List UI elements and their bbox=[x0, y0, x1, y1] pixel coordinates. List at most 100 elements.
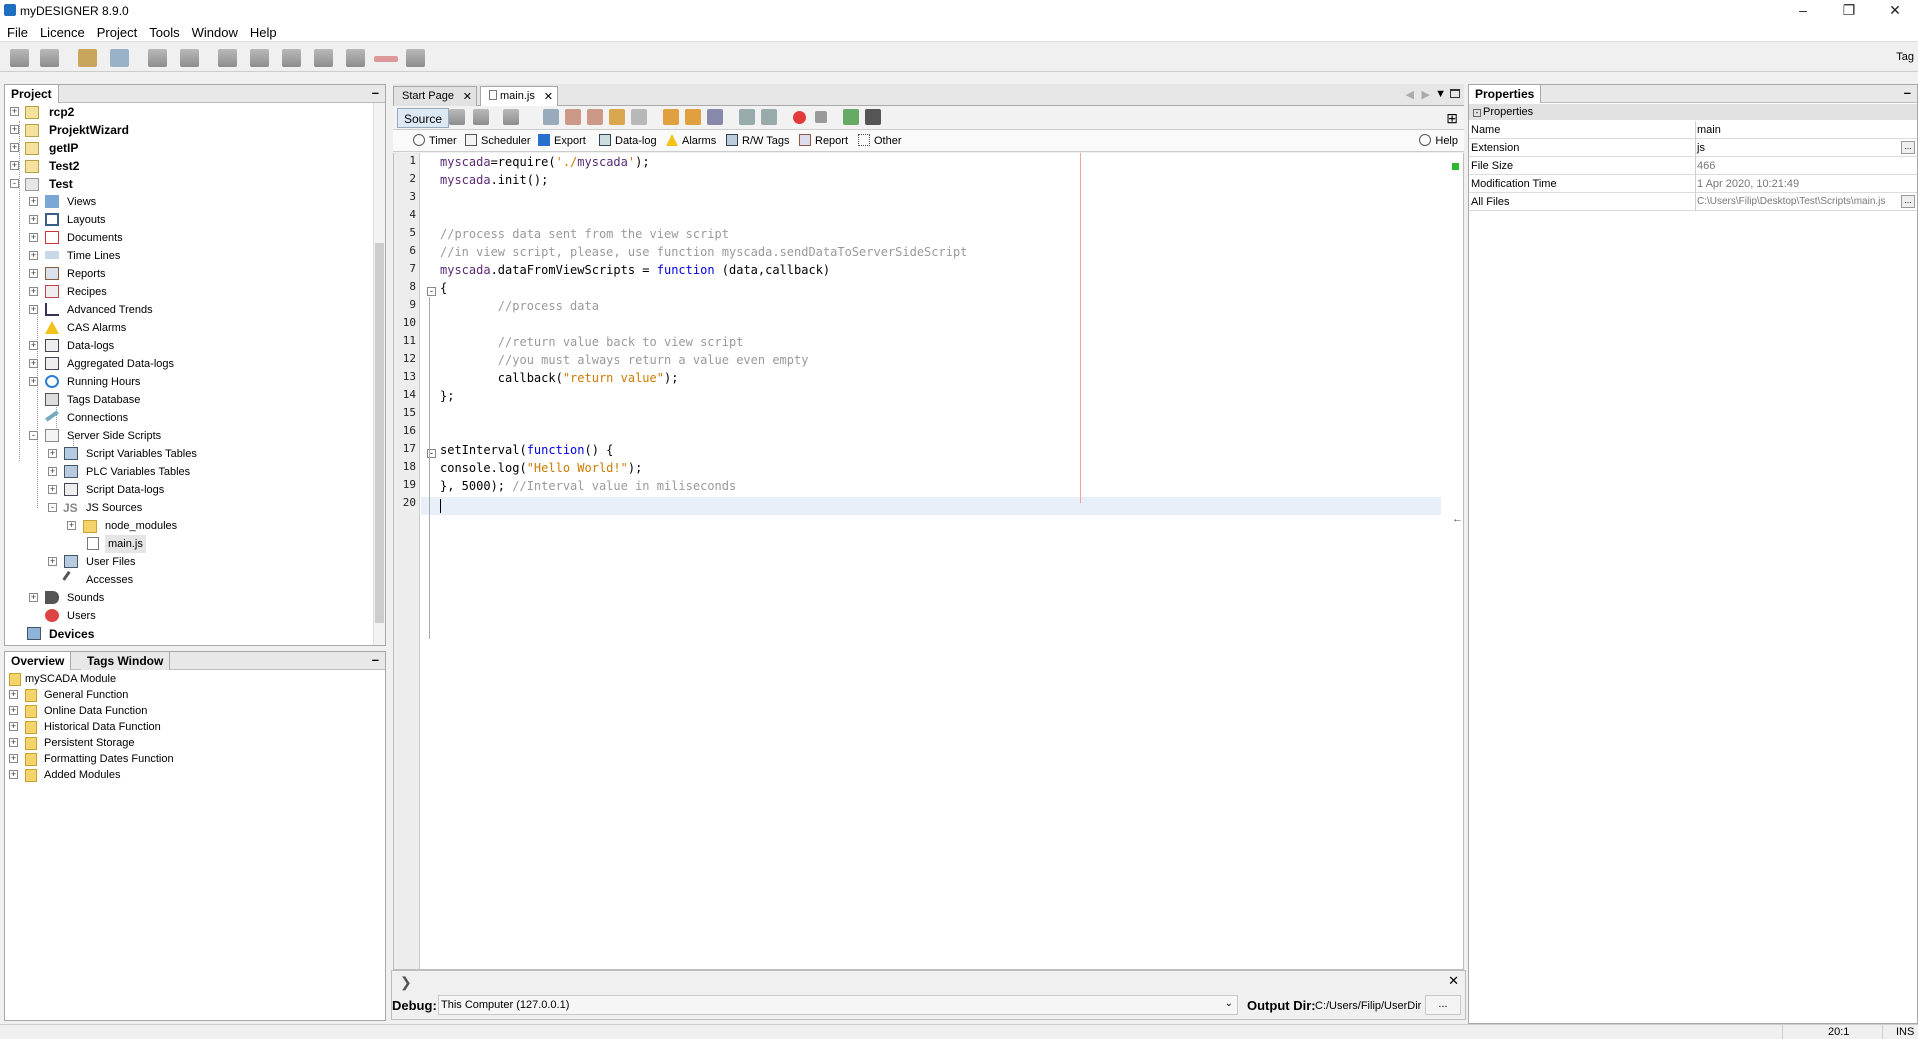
browse-output-button[interactable]: ... bbox=[1425, 995, 1461, 1015]
expand-icon[interactable]: + bbox=[29, 215, 38, 224]
restore-button[interactable]: ❐ bbox=[1826, 0, 1872, 22]
toggle-highlight-icon[interactable] bbox=[609, 109, 625, 125]
scrollbar-thumb[interactable] bbox=[375, 243, 384, 623]
expand-icon[interactable]: + bbox=[29, 377, 38, 386]
menu-window[interactable]: Window bbox=[185, 22, 243, 40]
code-line[interactable]: }, 5000); //Interval value in milisecond… bbox=[440, 478, 736, 494]
save-all-icon[interactable] bbox=[40, 49, 59, 67]
tab-properties[interactable]: Properties bbox=[1469, 85, 1542, 103]
palette-data-log[interactable]: Data-log bbox=[599, 134, 657, 147]
fold-icon[interactable]: - bbox=[427, 287, 436, 296]
menu-licence[interactable]: Licence bbox=[33, 22, 90, 40]
project-scrollbar[interactable] bbox=[373, 103, 385, 645]
code-line[interactable]: setInterval(function() { bbox=[440, 442, 613, 458]
scroll-tabs-right-icon[interactable]: ▶ bbox=[1422, 88, 1430, 101]
code-line[interactable]: //return value back to view script bbox=[440, 334, 744, 350]
menu-project[interactable]: Project bbox=[90, 22, 142, 40]
next-bookmark-icon[interactable] bbox=[685, 109, 701, 125]
palette-export[interactable]: Export bbox=[538, 134, 586, 147]
code-editor[interactable]: 1 2 3 4 5 6 7 8 9 10 11 12 13 14 15 16 17 18 19 20 - - mysc… bbox=[393, 153, 1464, 970]
history-icon[interactable] bbox=[449, 109, 465, 125]
close-debug-icon[interactable]: ✕ bbox=[1448, 973, 1459, 989]
code-line[interactable]: console.log("Hello World!"); bbox=[440, 460, 642, 476]
prev-bookmark-icon[interactable] bbox=[663, 109, 679, 125]
expand-icon[interactable]: + bbox=[48, 449, 57, 458]
menu-tools[interactable]: Tools bbox=[142, 22, 184, 40]
close-tab-icon[interactable]: ✕ bbox=[463, 90, 472, 103]
code-line[interactable]: //in view script, please, use function m… bbox=[440, 244, 967, 260]
collapse-icon[interactable]: - bbox=[10, 179, 19, 188]
download-icon[interactable] bbox=[250, 49, 269, 67]
back-icon[interactable] bbox=[473, 109, 489, 125]
expand-icon[interactable]: + bbox=[29, 287, 38, 296]
edit-all-files-button[interactable]: ... bbox=[1901, 195, 1915, 208]
collapse-icon[interactable]: - bbox=[48, 503, 57, 512]
expand-icon[interactable]: + bbox=[9, 754, 18, 763]
expand-icon[interactable]: + bbox=[29, 197, 38, 206]
uncomment-icon[interactable] bbox=[865, 109, 881, 125]
code-line[interactable]: myscada.dataFromViewScripts = function (… bbox=[440, 262, 830, 278]
expand-icon[interactable]: + bbox=[29, 269, 38, 278]
property-row-name[interactable]: Name main bbox=[1469, 121, 1917, 139]
expand-icon[interactable]: + bbox=[10, 161, 19, 170]
expand-icon[interactable]: + bbox=[48, 557, 57, 566]
toolbar-tag-label[interactable]: Tag bbox=[1896, 51, 1914, 63]
expand-icon[interactable]: + bbox=[29, 359, 38, 368]
expand-icon[interactable]: + bbox=[29, 305, 38, 314]
expand-icon[interactable]: + bbox=[9, 690, 18, 699]
upload-icon[interactable] bbox=[282, 49, 301, 67]
property-row-extension[interactable]: Extension js... bbox=[1469, 139, 1917, 157]
tab-list-icon[interactable]: ▼ bbox=[1435, 88, 1446, 100]
undo-icon[interactable] bbox=[78, 49, 97, 67]
tab-overview[interactable]: Overview bbox=[5, 652, 72, 670]
expand-icon[interactable]: + bbox=[29, 341, 38, 350]
code-line[interactable]: //process data bbox=[440, 298, 599, 314]
palette-scheduler[interactable]: Scheduler bbox=[465, 134, 531, 147]
expand-icon[interactable]: + bbox=[29, 251, 38, 260]
add-icon[interactable] bbox=[148, 49, 167, 67]
tab-start-page[interactable]: Start Page ✕ bbox=[393, 86, 477, 106]
menu-help[interactable]: Help bbox=[243, 22, 282, 40]
align-icon[interactable] bbox=[218, 49, 237, 67]
remove-icon[interactable] bbox=[180, 49, 199, 67]
property-row-file-size[interactable]: File Size 466 bbox=[1469, 157, 1917, 175]
minimize-panel-icon[interactable]: – bbox=[1904, 85, 1911, 100]
code-line[interactable]: //process data sent from the view script bbox=[440, 226, 729, 242]
properties-section-header[interactable]: - Properties bbox=[1469, 104, 1917, 120]
expand-icon[interactable]: + bbox=[9, 770, 18, 779]
code-line[interactable]: myscada=require('./myscada'); bbox=[440, 154, 650, 170]
property-row-modification-time[interactable]: Modification Time 1 Apr 2020, 10:21:49 bbox=[1469, 175, 1917, 193]
minimize-button[interactable]: – bbox=[1780, 0, 1826, 22]
palette-help[interactable]: Help bbox=[1419, 134, 1458, 147]
shift-left-icon[interactable] bbox=[739, 109, 755, 125]
expand-icon[interactable]: + bbox=[10, 125, 19, 134]
code-line[interactable]: { bbox=[440, 280, 447, 296]
tab-project[interactable]: Project bbox=[5, 85, 59, 103]
stop-icon[interactable] bbox=[374, 56, 398, 62]
comment-icon[interactable] bbox=[843, 109, 859, 125]
code-line[interactable]: }; bbox=[440, 388, 454, 404]
stop-macro-icon[interactable] bbox=[815, 111, 827, 123]
debug-target-select[interactable]: This Computer (127.0.0.1) ⌄ bbox=[438, 995, 1238, 1015]
source-button[interactable]: Source bbox=[397, 108, 450, 128]
record-macro-icon[interactable] bbox=[793, 111, 806, 124]
code-line[interactable]: myscada.init(); bbox=[440, 172, 548, 188]
tab-tags-window[interactable]: Tags Window bbox=[81, 652, 171, 670]
chevron-right-icon[interactable]: ❯ bbox=[400, 974, 412, 991]
toggle-bookmark-icon[interactable] bbox=[707, 109, 723, 125]
palette-other[interactable]: Other bbox=[858, 134, 902, 147]
forward-icon[interactable] bbox=[503, 109, 519, 125]
palette-alarms[interactable]: Alarms bbox=[666, 134, 716, 147]
select-icon[interactable] bbox=[631, 109, 647, 125]
code-line[interactable]: //you must always return a value even em… bbox=[440, 352, 809, 368]
find-prev-icon[interactable] bbox=[565, 109, 581, 125]
deploy-icon[interactable] bbox=[314, 49, 333, 67]
save-icon[interactable] bbox=[10, 49, 29, 67]
palette-rw-tags[interactable]: R/W Tags bbox=[726, 134, 789, 147]
find-icon[interactable] bbox=[543, 109, 559, 125]
tab-main-js[interactable]: main.js ✕ bbox=[480, 86, 558, 106]
shift-right-icon[interactable] bbox=[761, 109, 777, 125]
expand-icon[interactable]: + bbox=[10, 143, 19, 152]
expand-icon[interactable]: + bbox=[9, 706, 18, 715]
palette-timer[interactable]: Timer bbox=[413, 134, 457, 147]
